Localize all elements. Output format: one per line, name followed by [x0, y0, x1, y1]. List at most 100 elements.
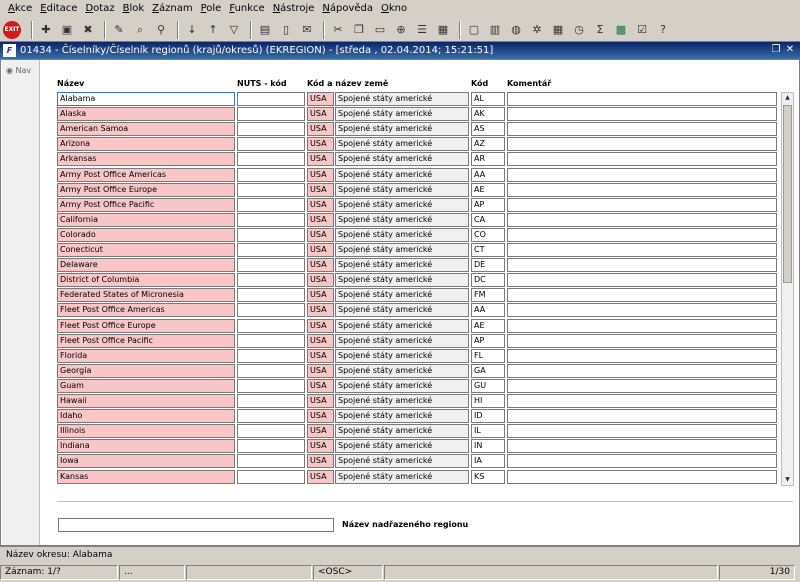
country-name-cell[interactable]: Spojené státy americké — [335, 92, 469, 106]
nuts-cell[interactable] — [237, 454, 305, 469]
comment-cell[interactable] — [507, 454, 777, 469]
name-cell[interactable]: Kansas — [57, 469, 235, 484]
country-name-cell[interactable]: Spojené státy americké — [335, 288, 469, 303]
country-code-cell[interactable]: USA — [307, 243, 334, 257]
mail-icon[interactable]: ✉ — [298, 21, 316, 39]
country-code-cell[interactable]: USA — [307, 152, 334, 167]
region-code-cell[interactable]: AP — [471, 197, 505, 212]
country-code-cell[interactable]: USA — [307, 137, 334, 152]
country-name-cell[interactable]: Spojené státy americké — [335, 318, 469, 333]
region-code-cell[interactable]: IN — [471, 439, 505, 454]
nuts-cell[interactable] — [237, 439, 305, 454]
comment-cell[interactable] — [507, 348, 777, 363]
region-code-cell[interactable]: AA — [471, 303, 505, 318]
nuts-cell[interactable] — [237, 227, 305, 242]
country-code-cell[interactable]: USA — [307, 212, 334, 227]
country-name-cell[interactable]: Spojené státy americké — [335, 273, 469, 288]
calendar-icon[interactable]: ▥ — [486, 21, 504, 39]
comment-cell[interactable] — [507, 318, 777, 333]
nuts-cell[interactable] — [237, 318, 305, 333]
country-name-cell[interactable]: Spojené státy americké — [335, 197, 469, 212]
gear-icon[interactable]: ✲ — [528, 21, 546, 39]
name-cell[interactable]: Fleet Post Office Europe — [57, 318, 235, 333]
name-cell[interactable]: California — [57, 212, 235, 227]
save-icon[interactable]: ▣ — [58, 21, 76, 39]
comment-cell[interactable] — [507, 273, 777, 288]
name-cell[interactable]: Arkansas — [57, 152, 235, 167]
copy-icon[interactable]: ❐ — [350, 21, 368, 39]
new-record-icon[interactable]: ✚ — [37, 21, 55, 39]
region-code-cell[interactable]: GA — [471, 363, 505, 378]
comment-cell[interactable] — [507, 258, 777, 273]
nuts-cell[interactable] — [237, 122, 305, 137]
nuts-cell[interactable] — [237, 107, 305, 122]
country-code-cell[interactable]: USA — [307, 318, 334, 333]
comment-cell[interactable] — [507, 212, 777, 227]
country-code-cell[interactable]: USA — [307, 333, 334, 348]
name-cell[interactable]: Iowa — [57, 454, 235, 469]
country-code-cell[interactable]: USA — [307, 348, 334, 363]
region-code-cell[interactable]: DC — [471, 273, 505, 288]
comment-cell[interactable] — [507, 363, 777, 378]
comment-cell[interactable] — [507, 394, 777, 408]
name-cell[interactable]: Colorado — [57, 227, 235, 242]
comment-cell[interactable] — [507, 152, 777, 167]
name-cell[interactable]: Hawaii — [57, 394, 235, 408]
comment-cell[interactable] — [507, 409, 777, 424]
region-code-cell[interactable]: AR — [471, 152, 505, 167]
country-code-cell[interactable]: USA — [307, 92, 334, 106]
comment-cell[interactable] — [507, 288, 777, 303]
name-cell[interactable]: Fleet Post Office Americas — [57, 303, 235, 318]
name-cell[interactable]: Florida — [57, 348, 235, 363]
comment-cell[interactable] — [507, 243, 777, 257]
region-code-cell[interactable]: ID — [471, 409, 505, 424]
menu-item[interactable]: Akce — [4, 0, 36, 18]
scroll-down-icon[interactable]: ▼ — [782, 475, 793, 485]
delete-icon[interactable]: ✖ — [79, 21, 97, 39]
region-code-cell[interactable]: FL — [471, 348, 505, 363]
sort-asc-icon[interactable]: ↓ — [183, 21, 201, 39]
nuts-cell[interactable] — [237, 243, 305, 257]
country-code-cell[interactable]: USA — [307, 107, 334, 122]
region-code-cell[interactable]: CT — [471, 243, 505, 257]
comment-cell[interactable] — [507, 107, 777, 122]
query-enter-icon[interactable]: ⌕ — [131, 21, 149, 39]
region-code-cell[interactable]: AP — [471, 333, 505, 348]
country-name-cell[interactable]: Spojené státy americké — [335, 122, 469, 137]
country-code-cell[interactable]: USA — [307, 182, 334, 197]
country-code-cell[interactable]: USA — [307, 469, 334, 484]
scroll-up-icon[interactable]: ▲ — [782, 93, 793, 103]
excel-icon[interactable]: ▩ — [612, 21, 630, 39]
region-code-cell[interactable]: IL — [471, 424, 505, 439]
country-code-cell[interactable]: USA — [307, 167, 334, 182]
nuts-cell[interactable] — [237, 92, 305, 106]
vertical-scrollbar[interactable]: ▲ ▼ — [781, 92, 794, 486]
region-code-cell[interactable]: DE — [471, 258, 505, 273]
country-name-cell[interactable]: Spojené státy americké — [335, 212, 469, 227]
help-icon[interactable]: ? — [654, 21, 672, 39]
nuts-cell[interactable] — [237, 469, 305, 484]
parent-region-field[interactable] — [58, 518, 334, 532]
region-code-cell[interactable]: CA — [471, 212, 505, 227]
region-code-cell[interactable]: CO — [471, 227, 505, 242]
name-cell[interactable]: Indiana — [57, 439, 235, 454]
nuts-cell[interactable] — [237, 333, 305, 348]
scroll-thumb[interactable] — [783, 105, 792, 283]
name-cell[interactable]: Idaho — [57, 409, 235, 424]
comment-cell[interactable] — [507, 303, 777, 318]
name-cell[interactable]: Fleet Post Office Pacific — [57, 333, 235, 348]
country-name-cell[interactable]: Spojené státy americké — [335, 303, 469, 318]
cut-icon[interactable]: ✂ — [329, 21, 347, 39]
name-cell[interactable]: Georgia — [57, 363, 235, 378]
zoom-icon[interactable]: ⊕ — [392, 21, 410, 39]
nuts-cell[interactable] — [237, 258, 305, 273]
document-icon[interactable]: ▯ — [277, 21, 295, 39]
country-name-cell[interactable]: Spojené státy americké — [335, 469, 469, 484]
country-code-cell[interactable]: USA — [307, 197, 334, 212]
name-cell[interactable]: Arizona — [57, 137, 235, 152]
nuts-cell[interactable] — [237, 378, 305, 393]
name-cell[interactable]: American Samoa — [57, 122, 235, 137]
nuts-cell[interactable] — [237, 212, 305, 227]
name-cell[interactable]: Delaware — [57, 258, 235, 273]
country-name-cell[interactable]: Spojené státy americké — [335, 152, 469, 167]
